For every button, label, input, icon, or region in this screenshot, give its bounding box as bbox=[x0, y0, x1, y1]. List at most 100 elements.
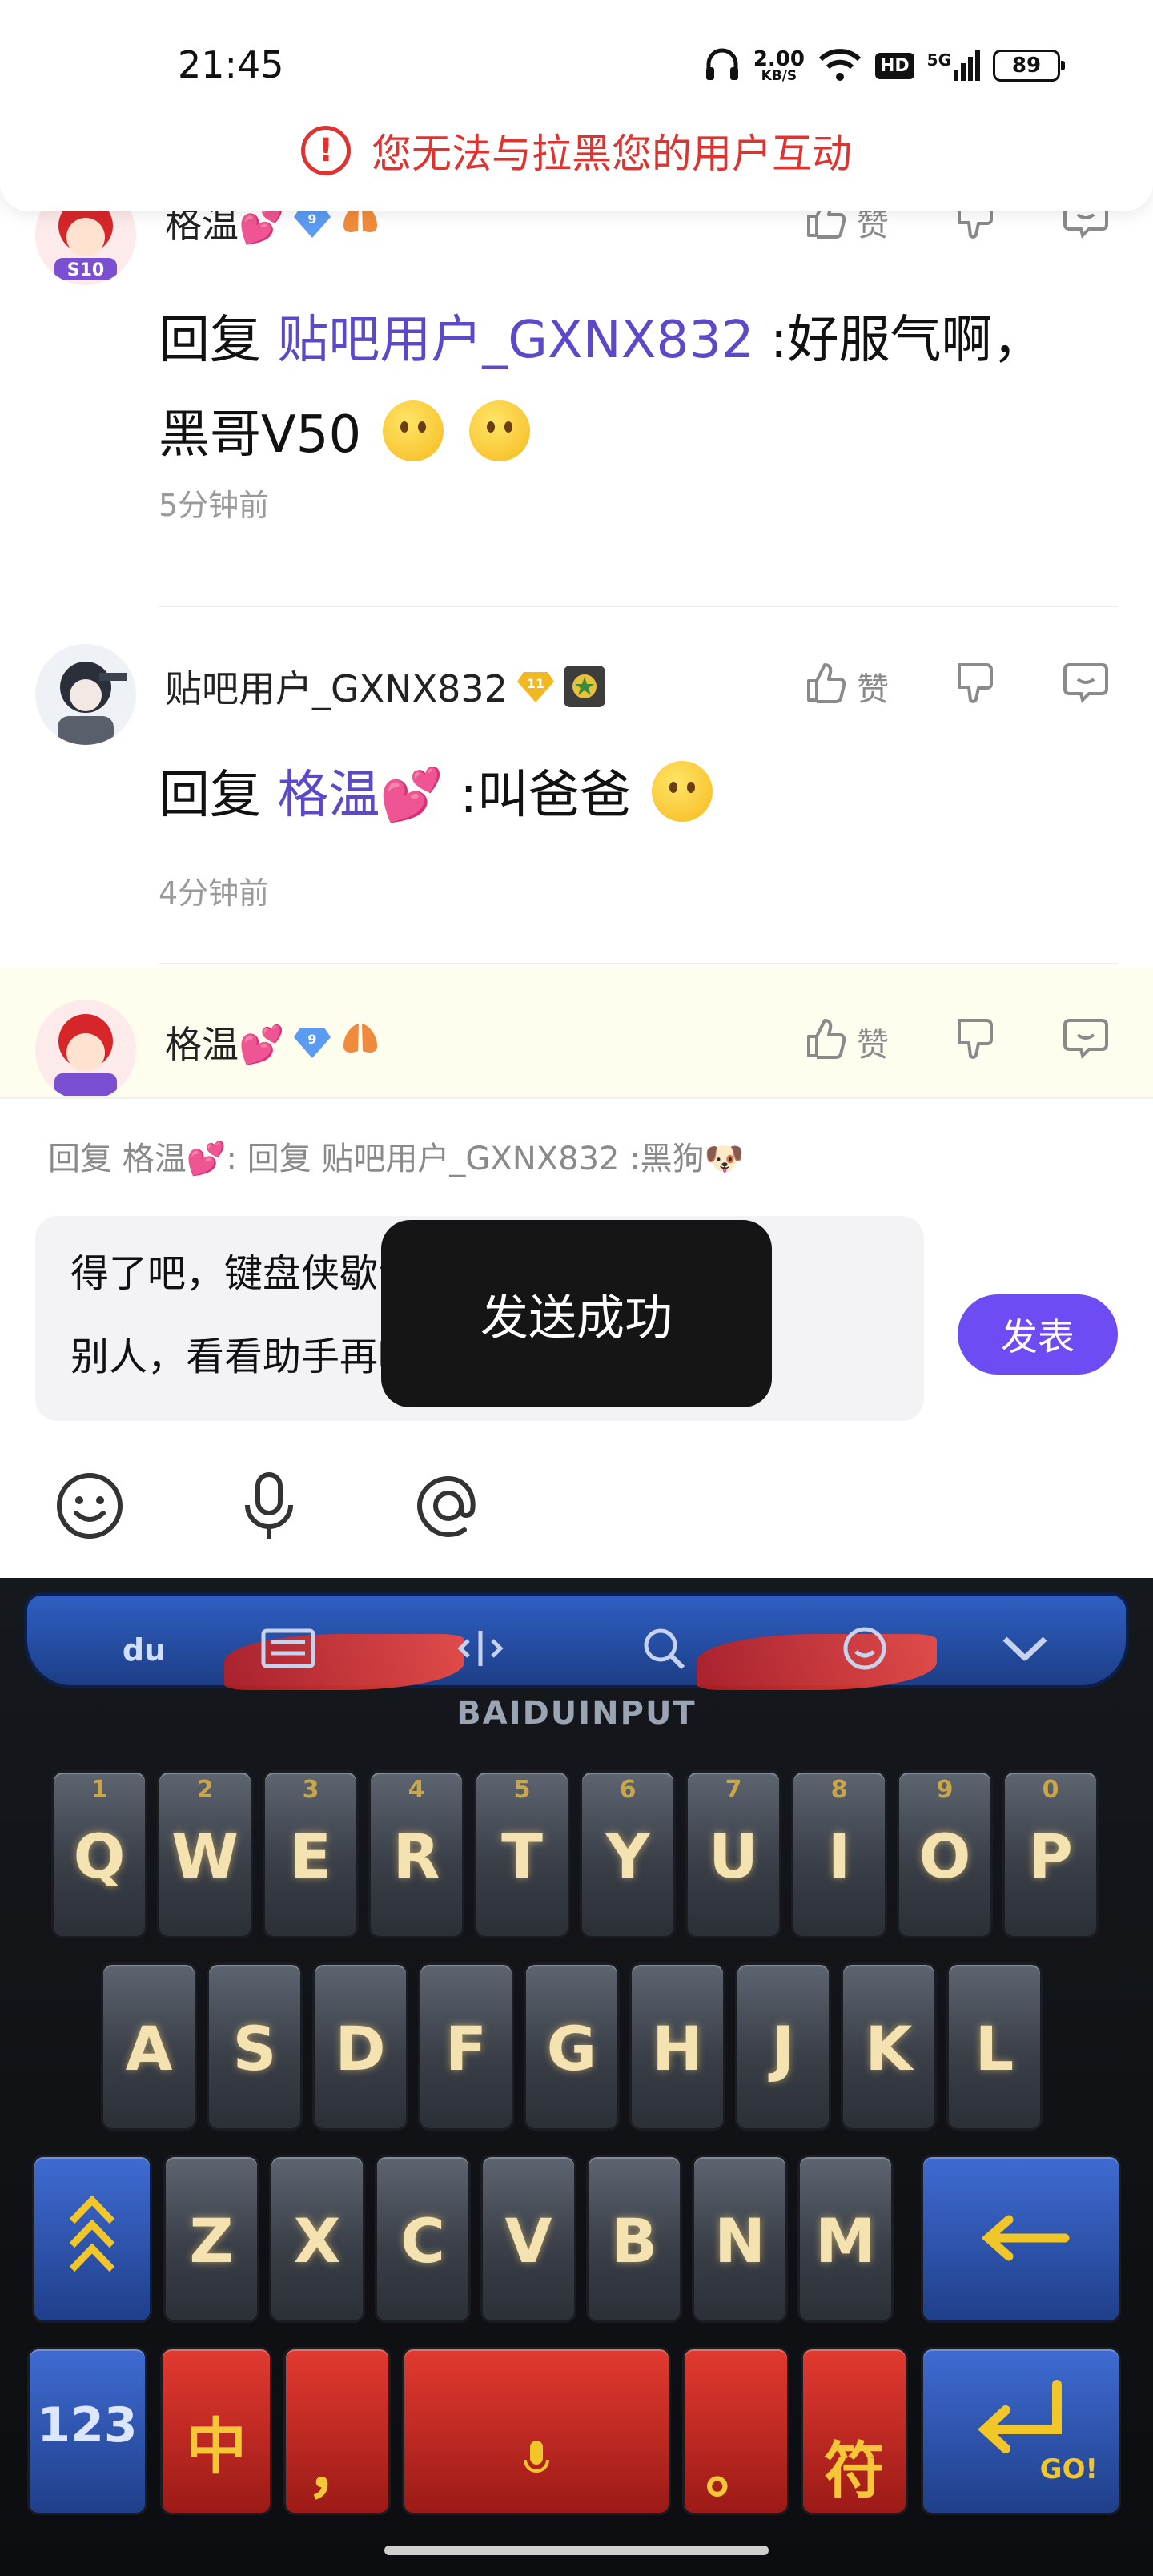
avatar[interactable]: S10 bbox=[35, 211, 136, 285]
key-j[interactable]: J bbox=[735, 1962, 831, 2131]
key-letter: Q bbox=[73, 1821, 126, 1892]
like-label: 赞 bbox=[857, 211, 889, 244]
username[interactable]: 贴吧用户_GXNX832 bbox=[165, 660, 508, 713]
key-x[interactable]: X bbox=[269, 2155, 365, 2323]
shift-key[interactable] bbox=[32, 2155, 152, 2323]
key-u[interactable]: 7U bbox=[685, 1770, 781, 1938]
key-letter: S bbox=[232, 2013, 277, 2084]
mention-button[interactable] bbox=[410, 1469, 487, 1546]
reply-button[interactable] bbox=[1062, 211, 1110, 248]
key-b[interactable]: B bbox=[586, 2155, 682, 2323]
dislike-button[interactable] bbox=[953, 1016, 998, 1069]
medal-badge-icon bbox=[563, 666, 605, 707]
key-number: 8 bbox=[830, 1776, 848, 1804]
key-p[interactable]: 0P bbox=[1002, 1770, 1099, 1938]
backspace-key[interactable] bbox=[921, 2155, 1121, 2323]
key-number: 4 bbox=[408, 1776, 425, 1804]
key-f[interactable]: F bbox=[418, 1962, 514, 2131]
key-number: 5 bbox=[513, 1776, 531, 1804]
key-e[interactable]: 3E bbox=[263, 1770, 359, 1938]
wifi-icon bbox=[818, 46, 862, 85]
send-button[interactable]: 发表 bbox=[958, 1294, 1118, 1375]
thumb-up-icon bbox=[802, 211, 847, 248]
comment-body[interactable]: 回复 贴吧用户_GXNX832 :好服气啊， 黑哥V50 bbox=[159, 293, 1105, 482]
period-key[interactable]: 。 bbox=[682, 2347, 789, 2515]
comment-item: 贴吧用户_GXNX832 11 赞 回复 格温💕:叫爸爸 4分钟前 bbox=[0, 644, 1153, 980]
key-letter: G bbox=[546, 2013, 597, 2084]
avatar[interactable] bbox=[35, 1000, 136, 1097]
key-d[interactable]: D bbox=[312, 1962, 408, 2131]
keyboard-logo-button[interactable]: du bbox=[112, 1618, 176, 1682]
mention-link[interactable]: 贴吧用户_GXNX832 bbox=[277, 311, 753, 370]
key-letter: D bbox=[335, 2013, 386, 2084]
alert-icon: ! bbox=[301, 126, 351, 175]
key-row-3: ZXCVBNM bbox=[0, 2155, 1153, 2323]
voice-button[interactable] bbox=[231, 1469, 307, 1546]
keyboard-toolbar: du BAIDUINPUT bbox=[0, 1578, 1153, 1738]
key-l[interactable]: L bbox=[946, 1962, 1043, 2131]
comma-key[interactable]: ， bbox=[283, 2347, 391, 2515]
key-s[interactable]: S bbox=[207, 1962, 303, 2131]
key-y[interactable]: 6Y bbox=[580, 1770, 676, 1938]
collapse-keyboard-button[interactable] bbox=[993, 1618, 1057, 1682]
like-button[interactable]: 赞 bbox=[802, 1016, 889, 1069]
emoji-button[interactable] bbox=[51, 1469, 128, 1546]
keyboard-layout-button[interactable] bbox=[256, 1618, 320, 1682]
dislike-button[interactable] bbox=[953, 211, 998, 248]
thumb-down-icon bbox=[953, 211, 998, 248]
enter-key[interactable]: GO! bbox=[921, 2347, 1121, 2515]
key-t[interactable]: 5T bbox=[474, 1770, 570, 1938]
shift-chevrons-icon bbox=[34, 2189, 150, 2285]
like-button[interactable]: 赞 bbox=[802, 660, 889, 713]
comment-body[interactable]: 回复 格温💕 :叫爸爸 bbox=[159, 748, 1105, 843]
key-number: 9 bbox=[936, 1776, 954, 1804]
mention-link[interactable]: 格温💕 bbox=[277, 766, 444, 825]
key-h[interactable]: H bbox=[629, 1962, 725, 2131]
space-key[interactable] bbox=[402, 2347, 671, 2515]
key-k[interactable]: K bbox=[841, 1962, 937, 2131]
like-button[interactable]: 赞 bbox=[802, 211, 889, 248]
key-v[interactable]: V bbox=[480, 2155, 576, 2323]
key-number: 3 bbox=[302, 1776, 319, 1804]
key-r[interactable]: 4R bbox=[368, 1770, 464, 1938]
dislike-button[interactable] bbox=[953, 660, 998, 713]
divider bbox=[159, 606, 1118, 607]
language-toggle-key[interactable]: 中 bbox=[160, 2347, 272, 2515]
key-c[interactable]: C bbox=[375, 2155, 471, 2323]
home-indicator[interactable] bbox=[384, 2546, 769, 2555]
key-letter: N bbox=[714, 2205, 765, 2276]
key-n[interactable]: N bbox=[692, 2155, 788, 2323]
key-letter: J bbox=[771, 2013, 795, 2084]
key-letter: E bbox=[290, 1821, 331, 1892]
numbers-key[interactable]: 123 bbox=[27, 2347, 147, 2515]
username[interactable]: 格温💕 bbox=[165, 1016, 284, 1069]
key-m[interactable]: M bbox=[797, 2155, 894, 2323]
at-sign-icon bbox=[412, 1470, 484, 1545]
username[interactable]: 格温💕 bbox=[165, 211, 284, 248]
reply-button[interactable] bbox=[1062, 660, 1110, 713]
status-icons: 2.00 KB/S HD 5G 89 bbox=[704, 42, 1065, 90]
level-number: 11 bbox=[527, 676, 544, 691]
key-letter: X bbox=[293, 2205, 341, 2276]
key-letter: O bbox=[918, 1821, 971, 1892]
symbols-key[interactable]: 符 bbox=[801, 2347, 908, 2515]
key-g[interactable]: G bbox=[524, 1962, 620, 2131]
key-letter: P bbox=[1028, 1821, 1073, 1892]
key-q[interactable]: 1Q bbox=[51, 1770, 147, 1938]
microphone-icon bbox=[233, 1470, 305, 1545]
keyboard-search-button[interactable] bbox=[633, 1618, 697, 1682]
key-letter: B bbox=[611, 2205, 657, 2276]
key-o[interactable]: 9O bbox=[897, 1770, 993, 1938]
cursor-button[interactable] bbox=[448, 1618, 512, 1682]
user-row: 格温💕 9 bbox=[165, 211, 380, 248]
reply-button[interactable] bbox=[1062, 1016, 1110, 1069]
key-a[interactable]: A bbox=[101, 1962, 197, 2131]
keyboard-emoji-button[interactable] bbox=[833, 1618, 897, 1682]
avatar[interactable] bbox=[35, 644, 136, 745]
like-label: 赞 bbox=[857, 671, 889, 708]
signal-label: 5G bbox=[926, 50, 951, 70]
comment-list[interactable]: S10 格温💕 9 赞 回复 贴吧用户_GXNX832:好服气啊， 黑哥V50… bbox=[0, 211, 1153, 1097]
key-w[interactable]: 2W bbox=[157, 1770, 253, 1938]
key-z[interactable]: Z bbox=[163, 2155, 259, 2323]
key-i[interactable]: 8I bbox=[791, 1770, 887, 1938]
